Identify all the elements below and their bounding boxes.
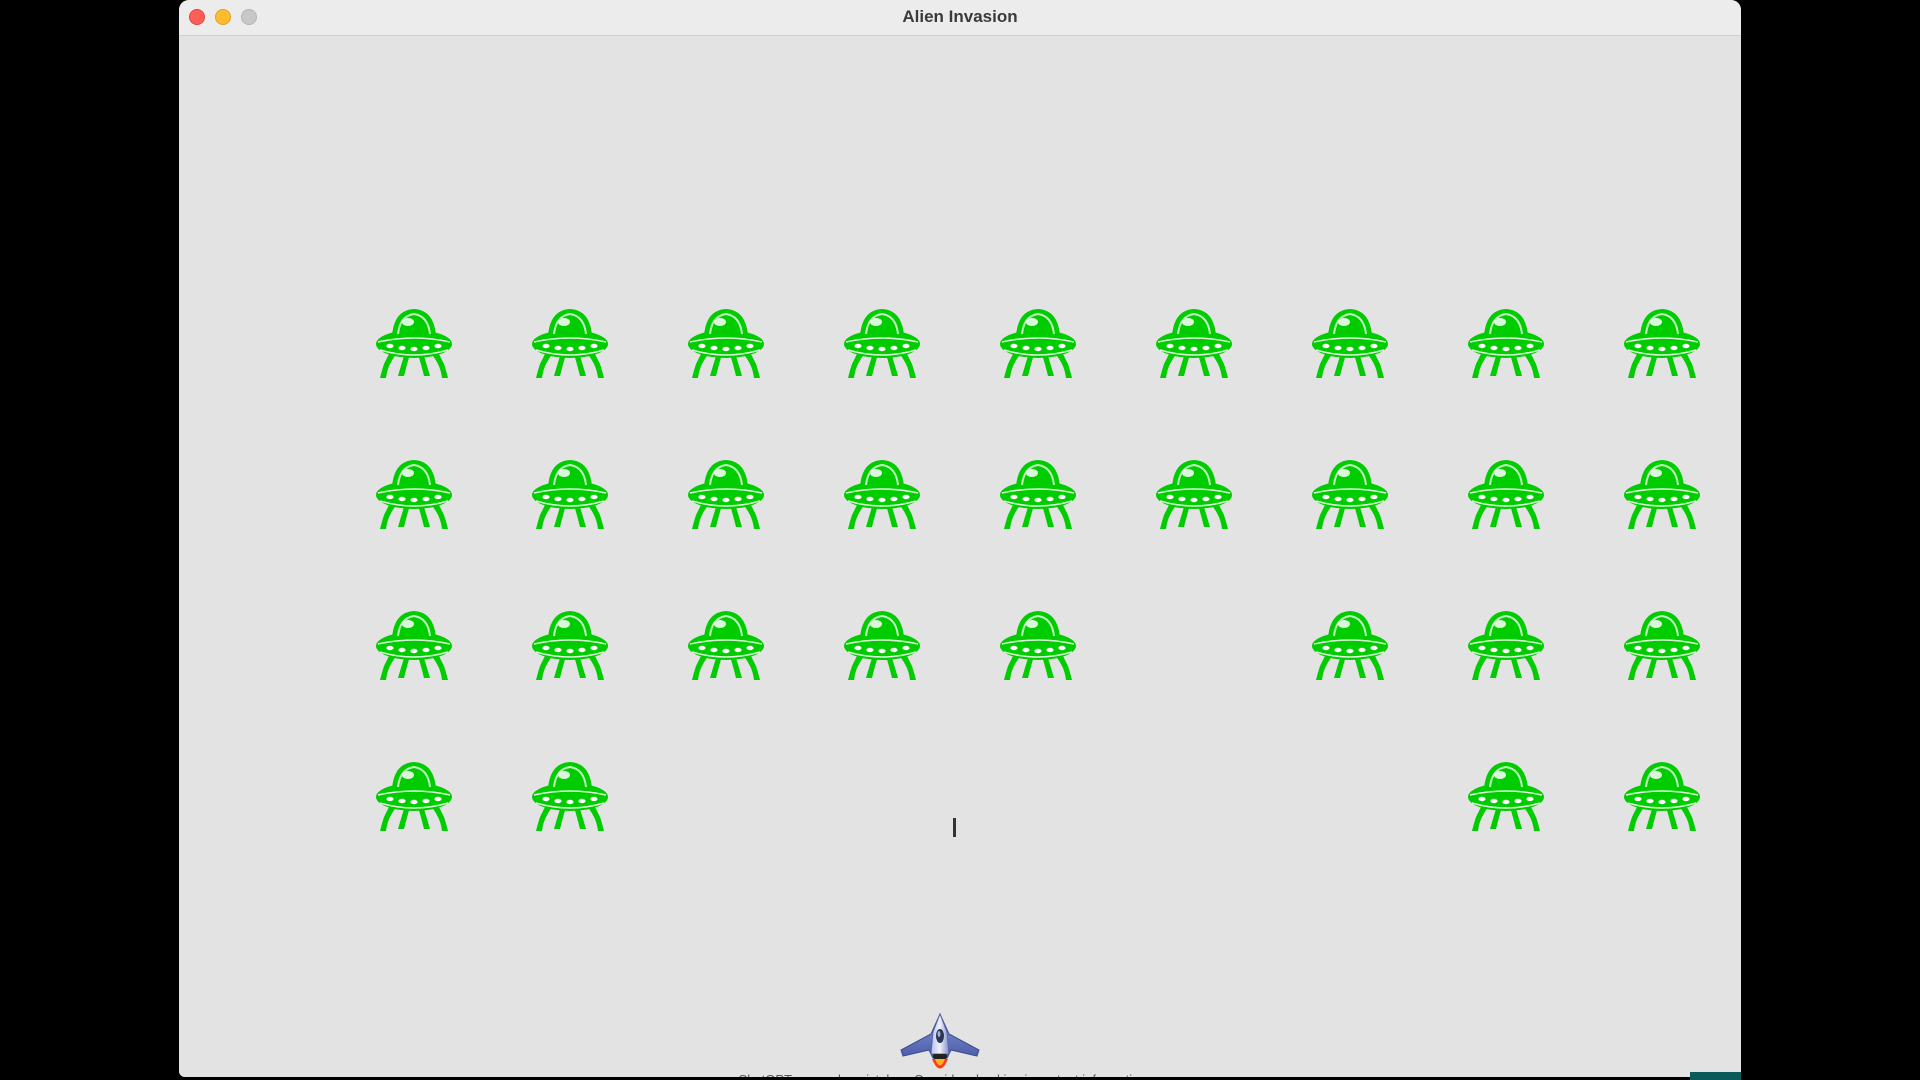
- ufo-alien-icon: [374, 455, 454, 529]
- ufo-alien-icon: [1310, 606, 1390, 680]
- ufo-alien-icon: [1622, 455, 1702, 529]
- ufo-alien-icon: [842, 455, 922, 529]
- footer-disclaimer: ChatGPT can make mistakes. Consider chec…: [634, 1069, 1254, 1077]
- ufo-alien-icon: [1622, 757, 1702, 831]
- ufo-alien-icon: [1622, 606, 1702, 680]
- ufo-alien-icon: [530, 455, 610, 529]
- ufo-alien-icon: [1310, 455, 1390, 529]
- ufo-alien-icon: [530, 606, 610, 680]
- window-title: Alien Invasion: [902, 7, 1018, 26]
- ufo-alien-icon: [998, 304, 1078, 378]
- ufo-alien-icon: [1466, 304, 1546, 378]
- ufo-alien-icon: [1466, 606, 1546, 680]
- ufo-alien-icon: [1466, 757, 1546, 831]
- ufo-alien-icon: [1310, 304, 1390, 378]
- ufo-alien-icon: [842, 304, 922, 378]
- ufo-alien-icon: [998, 606, 1078, 680]
- ufo-alien-icon: [1154, 455, 1234, 529]
- ufo-alien-icon: [686, 455, 766, 529]
- ufo-alien-icon: [1622, 304, 1702, 378]
- ufo-alien-icon: [374, 757, 454, 831]
- rocket-ship-icon: [900, 1012, 980, 1069]
- desktop-background: Alien Invasion: [0, 0, 1920, 1080]
- game-play-area[interactable]: [179, 36, 1741, 1077]
- ufo-alien-icon: [686, 304, 766, 378]
- ufo-alien-icon: [530, 757, 610, 831]
- game-window[interactable]: Alien Invasion: [179, 0, 1741, 1077]
- window-titlebar[interactable]: Alien Invasion: [179, 0, 1741, 36]
- ufo-alien-icon: [1154, 304, 1234, 378]
- ufo-alien-icon: [998, 455, 1078, 529]
- ufo-alien-icon: [374, 304, 454, 378]
- bullet: [953, 818, 956, 837]
- background-app-edge: [1690, 1072, 1741, 1080]
- ufo-alien-icon: [1466, 455, 1546, 529]
- ufo-alien-icon: [530, 304, 610, 378]
- ufo-alien-icon: [374, 606, 454, 680]
- ufo-alien-icon: [686, 606, 766, 680]
- ufo-alien-icon: [842, 606, 922, 680]
